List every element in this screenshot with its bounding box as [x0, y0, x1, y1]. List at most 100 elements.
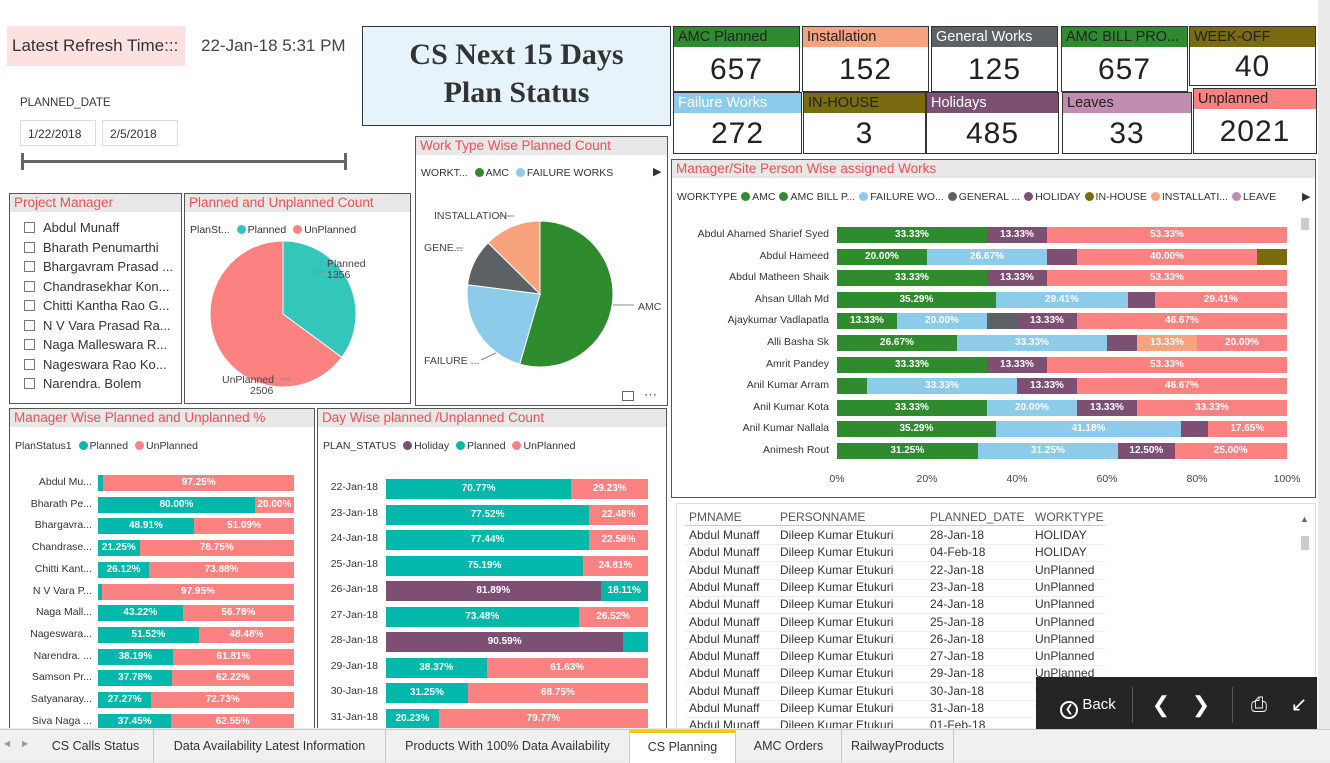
manager-site-bar-segment[interactable]: 13.33% [1137, 335, 1197, 351]
manager-site-bar-segment[interactable]: 17.65% [1207, 421, 1287, 438]
manager-site-bar-segment[interactable]: 33.33% [867, 378, 1017, 395]
slicer-handle-start[interactable] [21, 153, 24, 170]
checkbox-icon[interactable] [24, 358, 35, 370]
manager-site-bar-segment[interactable]: 33.33% [1136, 399, 1287, 416]
back-button[interactable]: ❮ Back [1044, 677, 1132, 733]
manager-site-bar-segment[interactable]: 31.25% [977, 443, 1119, 459]
day-wise-bar-segment[interactable]: 20.23% [386, 708, 439, 728]
project-manager-item[interactable]: Bharath Penumarthi [24, 240, 159, 255]
manager-site-bar-segment[interactable]: 20.00% [837, 248, 927, 265]
manager-wise-bar-segment[interactable]: 62.22% [172, 670, 294, 687]
checkbox-icon[interactable] [24, 241, 35, 253]
checkbox-icon[interactable] [24, 339, 35, 350]
slicer-start-input[interactable]: 1/22/2018 [20, 120, 96, 146]
day-wise-bar-segment[interactable]: 68.75% [467, 683, 648, 703]
manager-site-bar-segment[interactable]: 12.50% [1118, 443, 1175, 459]
day-wise-bar-segment[interactable]: 77.44% [386, 530, 589, 550]
manager-site-bar-segment[interactable] [1181, 421, 1208, 438]
checkbox-icon[interactable] [24, 222, 35, 233]
manager-site-bar-segment[interactable]: 20.00% [986, 399, 1077, 416]
day-wise-bar-segment[interactable] [623, 632, 648, 652]
manager-wise-bar-segment[interactable]: 37.45% [98, 713, 172, 728]
table-scroll-up-icon[interactable]: ▲ [1300, 514, 1309, 524]
manager-site-bar-segment[interactable] [837, 378, 867, 395]
table-header-cell[interactable]: PLANNED_DATE [930, 510, 1024, 524]
manager-site-bar-segment[interactable]: 53.33% [1046, 356, 1287, 373]
manager-site-bar-segment[interactable] [1128, 291, 1155, 308]
day-wise-legend-planned[interactable]: Planned [467, 440, 506, 452]
day-wise-bar-segment[interactable]: 79.77% [439, 708, 648, 728]
kpi-card-installation[interactable]: Installation 152 [802, 26, 929, 92]
kpi-card-amc-planned[interactable]: AMC Planned 657 [673, 26, 800, 92]
manager-site-bar-segment[interactable]: 13.33% [986, 270, 1047, 287]
kpi-card-holidays[interactable]: Holidays 485 [926, 92, 1059, 154]
manager-wise-bar-segment[interactable]: 37.78% [98, 670, 173, 687]
manager-site-bar-segment[interactable]: 13.33% [1017, 313, 1077, 330]
checkbox-icon[interactable] [24, 378, 35, 389]
day-wise-bar-segment[interactable]: 38.37% [386, 657, 487, 678]
manager-site-legend-item[interactable]: AMC [752, 191, 775, 203]
kpi-card-general-works[interactable]: General Works 125 [931, 26, 1058, 92]
day-wise-bar-segment[interactable]: 18.11% [600, 581, 648, 601]
collapse-fullscreen-icon[interactable]: ↙ [1284, 677, 1314, 733]
project-manager-item[interactable]: Nageswara Rao Ko... [24, 357, 167, 372]
manager-site-bar-segment[interactable]: 46.67% [1076, 378, 1287, 395]
day-wise-legend-unplanned[interactable]: UnPlanned [523, 440, 575, 452]
table-header-cell[interactable]: WORKTYPE [1035, 510, 1104, 524]
manager-site-legend-item[interactable]: INSTALLATI... [1162, 191, 1228, 203]
tab-scroll-left-icon[interactable]: ◀ [4, 739, 10, 748]
day-wise-bar-segment[interactable]: 90.59% [386, 632, 624, 652]
manager-site-legend-item[interactable]: LEAVE [1243, 191, 1276, 203]
day-wise-bar-segment[interactable]: 75.19% [386, 555, 583, 576]
manager-wise-bar-segment[interactable]: 62.55% [171, 713, 294, 728]
project-manager-item[interactable]: Chandrasekhar Kon... [24, 279, 169, 294]
manager-site-bar-segment[interactable] [986, 313, 1017, 330]
tab-products-with-100-data-availability[interactable]: Products With 100% Data Availability [386, 730, 630, 763]
tab-railwayproducts[interactable]: RailwayProducts [842, 730, 954, 763]
manager-wise-bar-segment[interactable]: 21.25% [98, 540, 140, 557]
project-manager-item[interactable]: Narendra. Bolem [24, 376, 141, 391]
manager-wise-bar-segment[interactable]: 72.73% [151, 692, 294, 708]
day-wise-bar-segment[interactable]: 26.52% [578, 606, 648, 627]
manager-wise-bar-segment[interactable]: 48.48% [198, 626, 294, 643]
day-wise-bar-segment[interactable]: 77.52% [386, 504, 590, 525]
manager-site-bar-segment[interactable]: 46.67% [1076, 313, 1287, 330]
manager-site-bar-segment[interactable]: 29.41% [1154, 291, 1287, 308]
manager-site-bar-segment[interactable]: 33.33% [957, 335, 1107, 351]
manager-site-bar-segment[interactable]: 25.00% [1174, 443, 1287, 459]
checkbox-icon[interactable] [24, 261, 35, 272]
tab-cs-calls-status[interactable]: CS Calls Status [38, 730, 154, 763]
manager-site-bar-segment[interactable]: 26.67% [927, 248, 1047, 265]
manager-wise-bar-segment[interactable]: 43.22% [98, 605, 183, 622]
checkbox-icon[interactable] [24, 300, 35, 311]
manager-site-bar-segment[interactable]: 26.67% [837, 335, 957, 351]
tab-data-availability-latest-information[interactable]: Data Availability Latest Information [154, 730, 386, 763]
tab-amc-orders[interactable]: AMC Orders [736, 730, 842, 763]
slicer-end-input[interactable]: 2/5/2018 [102, 120, 178, 146]
manager-site-bar-segment[interactable]: 13.33% [986, 356, 1047, 373]
day-wise-bar-segment[interactable]: 31.25% [386, 683, 468, 703]
project-manager-item[interactable]: Abdul Munaff [24, 220, 119, 235]
manager-site-bar-segment[interactable]: 13.33% [1017, 378, 1077, 395]
slicer-handle-end[interactable] [344, 153, 347, 170]
focus-mode-icon[interactable] [622, 391, 634, 401]
next-page-button[interactable]: ❯ [1186, 677, 1216, 733]
manager-site-bar-segment[interactable]: 33.33% [837, 270, 987, 287]
kpi-card-failure-works[interactable]: Failure Works 272 [673, 92, 802, 154]
day-wise-bar-segment[interactable]: 70.77% [386, 479, 572, 499]
manager-wise-bar-segment[interactable]: 26.12% [98, 561, 150, 578]
day-wise-legend-holiday[interactable]: Holiday [414, 440, 449, 452]
manager-site-bar-segment[interactable]: 13.33% [986, 227, 1047, 243]
day-wise-bar-segment[interactable]: 22.48% [589, 504, 648, 525]
manager-wise-bar-segment[interactable]: 56.78% [182, 605, 294, 622]
manager-site-legend-item[interactable]: HOLIDAY [1035, 191, 1080, 203]
manager-wise-bar-segment[interactable]: 80.00% [98, 496, 255, 513]
manager-site-legend-item[interactable]: FAILURE WO... [870, 191, 944, 203]
pie2-legend-amc[interactable]: AMC [486, 167, 509, 179]
table-header-cell[interactable]: PMNAME [689, 510, 742, 524]
kpi-card-unplanned[interactable]: Unplanned 2021 [1193, 88, 1317, 154]
day-wise-bar-segment[interactable]: 73.48% [386, 606, 579, 627]
manager-site-bar-segment[interactable]: 20.00% [896, 313, 987, 330]
manager-site-bar-segment[interactable]: 53.33% [1046, 270, 1287, 287]
manager-site-bar-segment[interactable]: 33.33% [837, 356, 987, 373]
